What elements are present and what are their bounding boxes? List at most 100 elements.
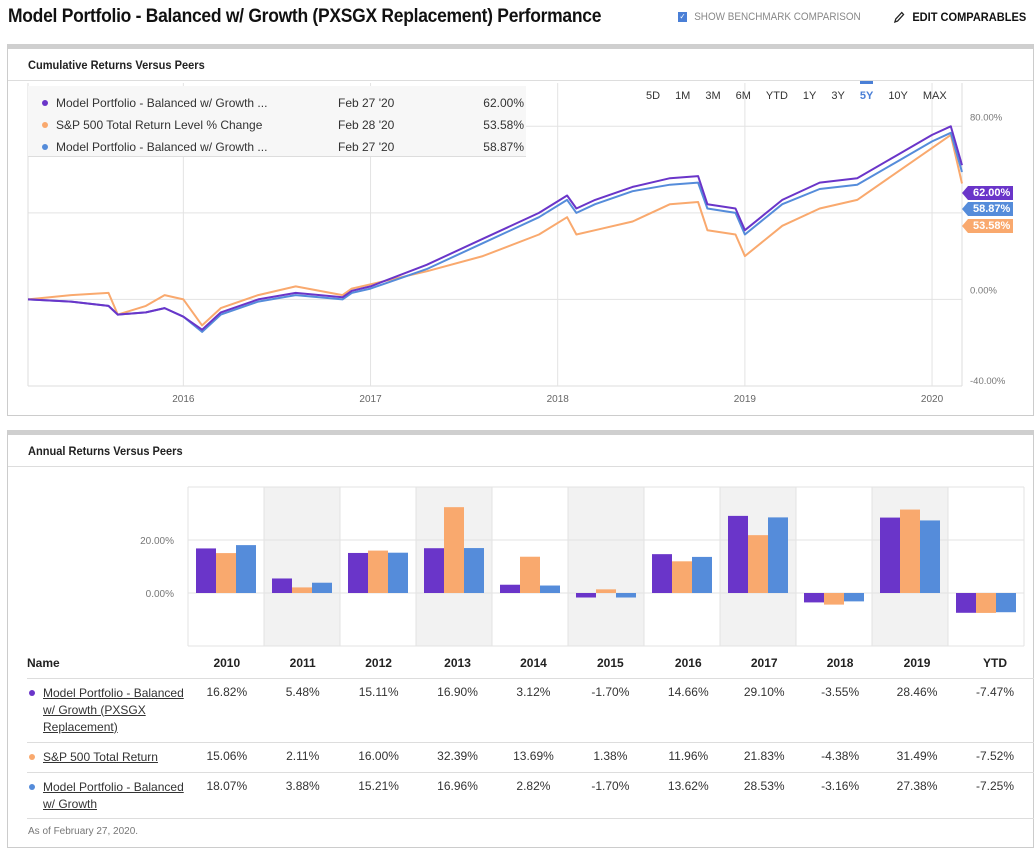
return-cell: -3.16% (802, 772, 879, 819)
legend-row: Model Portfolio - Balanced w/ Growth ...… (28, 136, 526, 158)
legend-date: Feb 27 '20 (338, 140, 395, 154)
bar (672, 561, 692, 593)
series-dot-icon (29, 689, 35, 696)
return-cell: 2.11% (266, 742, 339, 773)
end-value-tag-model: 58.87% (961, 202, 1014, 216)
bar (500, 584, 520, 593)
legend-name: S&P 500 Total Return Level % Change (56, 118, 263, 132)
bar (900, 509, 920, 593)
bar (824, 593, 844, 605)
column-header: 2013 (418, 648, 497, 679)
return-cell: 13.69% (496, 742, 571, 773)
bar (464, 548, 484, 593)
as-of-note: As of February 27, 2020. (28, 826, 139, 837)
bar (312, 582, 332, 593)
bar (196, 548, 216, 593)
legend-value: 53.58% (483, 118, 524, 132)
series-link[interactable]: Model Portfolio - Balanced w/ Growth (PX… (43, 685, 187, 736)
column-header-name: Name (27, 648, 187, 679)
return-cell: -1.70% (570, 772, 651, 819)
table-row: S&P 500 Total Return 15.06% 2.11% 16.00% 32.… (27, 742, 1034, 773)
return-cell: 15.21% (338, 772, 419, 819)
return-cell: 11.96% (650, 742, 727, 773)
range-5y[interactable]: 5Y (859, 81, 874, 102)
table-row: Model Portfolio - Balanced w/ Growth 18.0… (27, 772, 1034, 819)
x-tick-label: 2016 (172, 394, 195, 405)
bar (348, 552, 368, 593)
end-value-tag-portfolio: 62.00% (961, 186, 1014, 200)
y-tick-label: 0.00% (146, 589, 174, 600)
return-cell: 14.66% (650, 678, 727, 743)
bar (576, 593, 596, 598)
bar (424, 548, 444, 593)
series-link[interactable]: Model Portfolio - Balanced w/ Growth (43, 779, 187, 813)
range-max[interactable]: MAX (923, 90, 947, 102)
bar (748, 535, 768, 593)
return-cell: 21.83% (726, 742, 803, 773)
range-3y[interactable]: 3Y (831, 90, 844, 102)
bar (616, 593, 636, 598)
range-6m[interactable]: 6M (736, 90, 751, 102)
series-line (27, 133, 963, 327)
legend-name: Model Portfolio - Balanced w/ Growth ... (56, 140, 268, 154)
x-tick-label: 2020 (921, 394, 944, 405)
legend-row: Model Portfolio - Balanced w/ Growth ...… (28, 92, 526, 114)
y-tick-label: 20.00% (140, 536, 174, 547)
bar (996, 593, 1016, 613)
y-tick-label: 0.00% (970, 285, 997, 296)
return-cell: 3.12% (496, 678, 571, 743)
legend-value: 62.00% (483, 96, 524, 110)
legend-dot-icon (42, 100, 48, 106)
return-cell: -7.25% (955, 772, 1034, 819)
row-name-cell: S&P 500 Total Return (27, 742, 187, 773)
return-cell: -4.38% (802, 742, 879, 773)
column-header: 2010 (186, 648, 267, 679)
annual-bar-chart: 20.00% 0.00% (140, 486, 1025, 647)
return-cell: 27.38% (878, 772, 956, 819)
bar (388, 552, 408, 593)
x-tick-label: 2018 (547, 394, 570, 405)
table-row: Model Portfolio - Balanced w/ Growth (PX… (27, 678, 1034, 743)
legend-dot-icon (42, 122, 48, 128)
return-cell: 1.38% (570, 742, 651, 773)
bar (540, 585, 560, 593)
column-header: 2017 (726, 648, 803, 679)
legend-date: Feb 27 '20 (338, 96, 395, 110)
bar (444, 507, 464, 593)
bar (880, 517, 900, 593)
return-cell: 15.11% (338, 678, 419, 743)
bar (216, 553, 236, 593)
series-dot-icon (29, 753, 35, 760)
return-cell: 16.96% (418, 772, 497, 819)
series-link[interactable]: S&P 500 Total Return (43, 749, 158, 766)
return-cell: 3.88% (266, 772, 339, 819)
series-dot-icon (29, 783, 35, 790)
bar (956, 593, 976, 613)
range-5d[interactable]: 5D (646, 90, 660, 102)
return-cell: 29.10% (726, 678, 803, 743)
return-cell: 15.06% (186, 742, 267, 773)
column-header: YTD (955, 648, 1034, 679)
column-header: 2016 (650, 648, 727, 679)
return-cell: 5.48% (266, 678, 339, 743)
bar (768, 517, 788, 593)
range-1y[interactable]: 1Y (803, 90, 816, 102)
return-cell: -3.55% (802, 678, 879, 743)
return-cell: 16.82% (186, 678, 267, 743)
return-cell: 28.46% (878, 678, 956, 743)
bar (728, 515, 748, 593)
return-cell: 32.39% (418, 742, 497, 773)
legend-date: Feb 28 '20 (338, 118, 395, 132)
column-header: 2014 (496, 648, 571, 679)
y-tick-label: 80.00% (970, 112, 1003, 123)
range-1m[interactable]: 1M (675, 90, 690, 102)
bar (368, 550, 388, 593)
return-cell: 28.53% (726, 772, 803, 819)
bar (692, 556, 712, 593)
legend-name: Model Portfolio - Balanced w/ Growth ... (56, 96, 268, 110)
return-cell: -7.52% (955, 742, 1034, 773)
range-10y[interactable]: 10Y (888, 90, 908, 102)
range-3m[interactable]: 3M (705, 90, 720, 102)
range-ytd[interactable]: YTD (766, 90, 788, 102)
bar (596, 589, 616, 593)
